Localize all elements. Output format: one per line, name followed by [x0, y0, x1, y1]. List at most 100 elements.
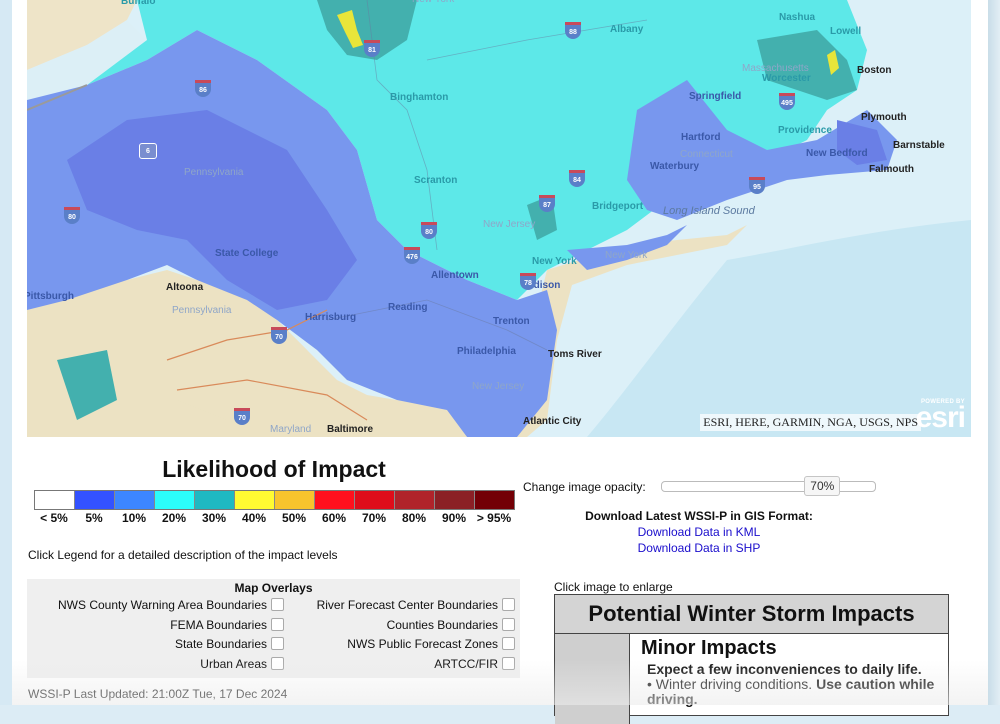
legend-swatch[interactable]	[115, 491, 155, 509]
place-label: Atlantic City	[523, 416, 582, 427]
overlay-label: NWS County Warning Area Boundaries	[58, 598, 267, 612]
place-label: Hartford	[681, 132, 721, 143]
overlay-checkbox[interactable]	[271, 598, 284, 612]
legend-label: 30%	[201, 511, 227, 525]
legend-label: > 95%	[476, 511, 512, 525]
legend-swatch[interactable]	[235, 491, 275, 509]
impacts-title: Potential Winter Storm Impacts	[555, 595, 948, 634]
interstate-shield-icon: 81	[364, 40, 380, 57]
interstate-shield-icon: 78	[520, 273, 536, 290]
legend-label: 10%	[121, 511, 147, 525]
esri-wordmark: esri	[915, 401, 966, 434]
overlay-checkbox[interactable]	[502, 598, 515, 612]
interstate-shield-icon: 70	[234, 408, 250, 425]
overlay-label: Urban Areas	[200, 657, 267, 671]
place-label: Pittsburgh	[27, 291, 74, 302]
overlay-checkbox[interactable]	[502, 618, 515, 632]
overlay-label: River Forecast Center Boundaries	[316, 598, 498, 612]
interstate-shield-icon: 495	[779, 93, 795, 110]
scrollbar-track[interactable]	[988, 0, 1000, 705]
place-label: Worcester	[762, 73, 811, 84]
interstate-shield-icon: 80	[64, 207, 80, 224]
legend-swatch[interactable]	[395, 491, 435, 509]
legend-swatch[interactable]	[75, 491, 115, 509]
legend-swatch[interactable]	[35, 491, 75, 509]
overlay-checkbox[interactable]	[502, 637, 515, 651]
legend-swatch[interactable]	[435, 491, 475, 509]
map-overlays-panel: Map Overlays NWS County Warning Area Bou…	[27, 579, 520, 678]
impacts-color-column	[555, 634, 630, 724]
overlay-option: NWS County Warning Area Boundaries	[58, 598, 284, 612]
place-label: Harrisburg	[305, 312, 357, 323]
overlay-label: FEMA Boundaries	[170, 618, 267, 632]
place-label: Scranton	[414, 175, 458, 186]
enlarge-note: Click image to enlarge	[554, 580, 673, 594]
place-label: Bridgeport	[592, 201, 644, 212]
overlay-checkbox[interactable]	[502, 657, 515, 671]
place-label: Waterbury	[650, 161, 700, 172]
overlay-checkbox[interactable]	[271, 657, 284, 671]
place-label: New York	[412, 0, 454, 5]
impacts-level: Minor Impacts	[641, 637, 777, 659]
overlay-checkbox[interactable]	[271, 618, 284, 632]
wssi-map[interactable]: Buffalo New York Albany Nashua Lowell Boston M…	[27, 0, 971, 437]
legend-swatch[interactable]	[155, 491, 195, 509]
legend-label: 5%	[85, 511, 103, 525]
download-shp-link[interactable]: Download Data in SHP	[523, 541, 875, 555]
legend-labels: < 5% 5% 10% 20% 30% 40% 50% 60% 70% 80% 90% > 95%	[34, 511, 514, 525]
interstate-shield-icon: 86	[195, 80, 211, 97]
legend-color-bar[interactable]	[34, 490, 515, 510]
place-label: New York	[605, 250, 648, 261]
interstate-shield-icon: 84	[569, 170, 585, 187]
place-label: Providence	[778, 125, 832, 136]
overlay-option: FEMA Boundaries	[170, 618, 284, 632]
place-label: Pennsylvania	[184, 167, 244, 178]
place-label: Long Island Sound	[663, 205, 755, 217]
place-label: New York	[532, 256, 577, 267]
place-label: Maryland	[270, 424, 312, 435]
legend-swatch[interactable]	[275, 491, 315, 509]
legend-label: < 5%	[40, 511, 68, 525]
legend-swatch[interactable]	[315, 491, 355, 509]
place-label: Binghamton	[390, 92, 449, 103]
place-label: Nashua	[779, 12, 816, 23]
winter-storm-impacts-image[interactable]: Potential Winter Storm Impacts Minor Imp…	[554, 594, 949, 724]
place-label: Falmouth	[869, 164, 914, 175]
place-label: Allentown	[431, 270, 479, 281]
place-label: New Jersey	[472, 381, 525, 392]
place-label: Philadelphia	[457, 346, 516, 357]
opacity-slider[interactable]	[661, 481, 876, 492]
legend-label: 90%	[441, 511, 467, 525]
place-label: Lowell	[830, 26, 862, 37]
overlay-option: Counties Boundaries	[387, 618, 515, 632]
legend-label: 50%	[281, 511, 307, 525]
interstate-shield-icon: 476	[404, 247, 420, 264]
interstate-shield-icon: 95	[749, 177, 765, 194]
legend-title: Likelihood of Impact	[162, 456, 386, 482]
legend-swatch[interactable]	[195, 491, 235, 509]
us-route-shield-icon: 6	[139, 143, 157, 159]
legend-swatch[interactable]	[475, 491, 514, 509]
interstate-shield-icon: 80	[421, 222, 437, 239]
place-label: Pennsylvania	[172, 305, 232, 316]
place-label: Buffalo	[121, 0, 156, 7]
impacts-bullet: • Winter driving conditions. Use caution…	[647, 677, 937, 707]
overlay-label: Counties Boundaries	[386, 618, 498, 632]
place-label: New Bedford	[806, 148, 868, 159]
download-title: Download Latest WSSI-P in GIS Format:	[585, 509, 813, 523]
last-updated: WSSI-P Last Updated: 21:00Z Tue, 17 Dec …	[28, 687, 288, 701]
overlays-title: Map Overlays	[234, 581, 313, 595]
overlay-label: NWS Public Forecast Zones	[347, 637, 498, 651]
overlay-option: NWS Public Forecast Zones	[347, 637, 515, 651]
place-label: Toms River	[548, 349, 602, 360]
place-label: Barnstable	[893, 140, 945, 151]
legend-swatch[interactable]	[355, 491, 395, 509]
place-label: Albany	[610, 24, 644, 35]
opacity-label: Change image opacity:	[523, 480, 646, 494]
place-label: Boston	[857, 65, 892, 76]
place-label: Plymouth	[861, 112, 907, 123]
esri-logo[interactable]: POWERED BY esri	[915, 399, 966, 434]
overlay-checkbox[interactable]	[271, 637, 284, 651]
download-kml-link[interactable]: Download Data in KML	[523, 525, 875, 539]
opacity-slider-handle[interactable]: 70%	[804, 476, 841, 496]
